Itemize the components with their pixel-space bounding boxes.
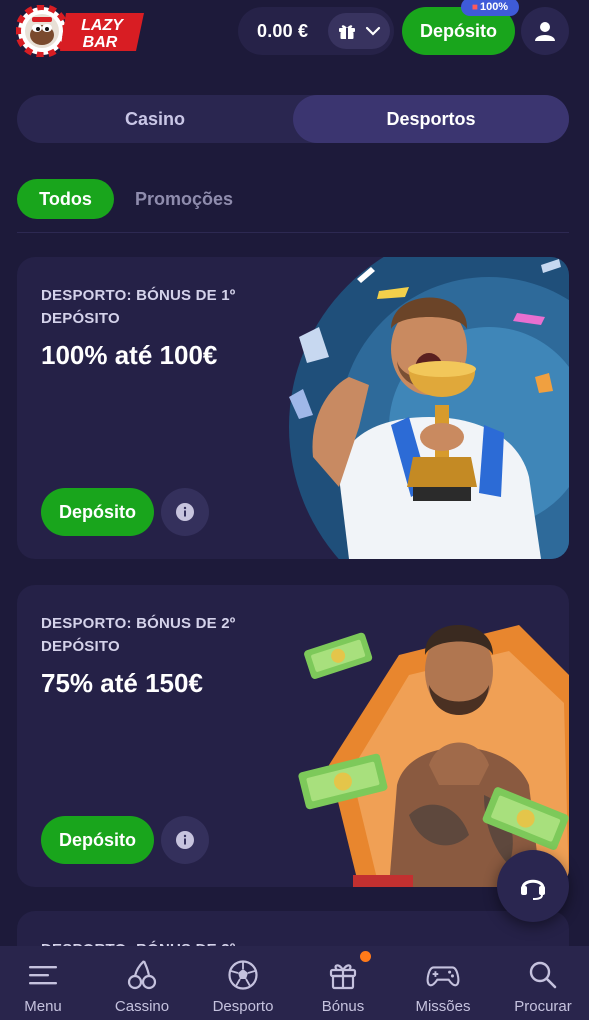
divider [17, 232, 569, 233]
info-button[interactable] [161, 488, 209, 536]
nav-casino-label: Cassino [114, 998, 170, 1015]
balance-amount: 0.00 € [257, 20, 309, 41]
nav-bonus[interactable]: Bónus [294, 946, 392, 1020]
info-button[interactable] [161, 816, 209, 864]
nav-sports-label: Desporto [212, 998, 274, 1015]
nav-menu-label: Menu [24, 998, 62, 1015]
deposit-bonus-badge: ■ 100% [461, 0, 519, 16]
promo-deposit-button[interactable]: Depósito [41, 488, 154, 536]
menu-icon [29, 966, 57, 985]
promo-deposit-button[interactable]: Depósito [41, 816, 154, 864]
bottom-navigation: Menu Cassino Desporto Bónus Missões Proc… [0, 946, 589, 1020]
top-bar: LAZY BAR 0.00 € Depósito ■ 100% [0, 0, 589, 62]
search-icon [529, 961, 557, 989]
promo-card-amount: 100% até 100€ [41, 340, 218, 370]
fighter-money-image [298, 625, 569, 887]
promo-card[interactable]: DESPORTO: BÓNUS DE 2º DEPÓSITO 75% até 1… [17, 585, 569, 887]
user-icon [535, 22, 555, 41]
nav-missions[interactable]: Missões [394, 946, 492, 1020]
filter-promotions[interactable]: Promoções [135, 179, 233, 219]
support-chat-button[interactable] [497, 850, 569, 922]
promo-card-label: DESPORTO: BÓNUS DE 1º DEPÓSITO [41, 287, 236, 327]
nav-missions-label: Missões [415, 998, 471, 1015]
filter-all[interactable]: Todos [17, 179, 114, 219]
footballer-trophy-image [289, 257, 569, 559]
headset-icon [521, 879, 545, 900]
nav-sports[interactable]: Desporto [194, 946, 292, 1020]
lazy-bar-logo[interactable]: LAZY BAR [16, 5, 146, 57]
nav-bonus-label: Bónus [321, 998, 365, 1015]
gamepad-icon [426, 966, 460, 987]
soccer-ball-icon [228, 960, 258, 990]
nav-menu[interactable]: Menu [0, 946, 92, 1020]
tab-casino[interactable]: Casino [17, 95, 293, 143]
promo-card[interactable]: DESPORTO: BÓNUS DE 1º DEPÓSITO 100% até … [17, 257, 569, 559]
gift-icon [339, 25, 355, 39]
chevron-down-icon [365, 26, 381, 36]
promo-card-label: DESPORTO: BÓNUS DE 2º DEPÓSITO [41, 615, 236, 655]
wallet-dropdown[interactable] [328, 13, 390, 49]
nav-search-label: Procurar [514, 998, 572, 1015]
promo-card-amount: 75% até 150€ [41, 668, 203, 698]
info-icon [176, 503, 194, 521]
notification-dot [360, 951, 371, 962]
nav-search[interactable]: Procurar [494, 946, 589, 1020]
cherries-icon [127, 960, 157, 990]
svg-text:BAR: BAR [83, 34, 118, 51]
deposit-bonus-badge-text: 100% [479, 1, 509, 13]
nav-casino[interactable]: Cassino [93, 946, 191, 1020]
svg-text:LAZY: LAZY [81, 17, 124, 34]
section-switcher: Casino Desportos [17, 95, 569, 143]
gift-icon [329, 964, 357, 990]
balance-pill[interactable]: 0.00 € [238, 7, 394, 55]
user-profile-button[interactable] [521, 7, 569, 55]
small-gift-icon: ■ [471, 1, 478, 13]
info-icon [176, 831, 194, 849]
tab-sports[interactable]: Desportos [293, 95, 569, 143]
